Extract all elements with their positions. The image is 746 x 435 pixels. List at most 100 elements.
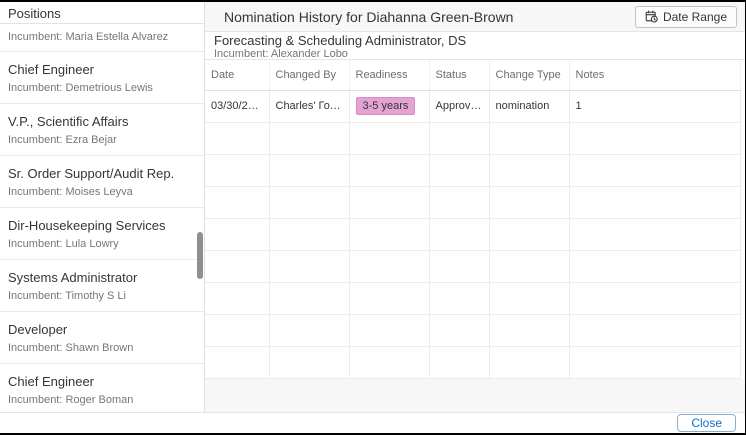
table-empty-cell [349, 122, 429, 154]
history-row: 03/30/2018 Charles' Годиш... 3-5 years A… [205, 90, 741, 122]
sidebar-item-chief-engineer[interactable]: Chief Engineer Incumbent: Demetrious Lew… [0, 52, 204, 104]
table-empty-cell [205, 154, 269, 186]
table-empty-cell [569, 122, 741, 154]
main-panel: Nomination History for Diahanna Green-Br… [205, 2, 745, 412]
sidebar-item-vp-scientific-affairs[interactable]: V.P., Scientific Affairs Incumbent: Ezra… [0, 104, 204, 156]
position-incumbent: Incumbent: Ezra Bejar [8, 133, 196, 148]
table-empty-cell [429, 250, 489, 282]
position-incumbent: Incumbent: Moises Leyva [8, 185, 196, 200]
sidebar-item-systems-administrator[interactable]: Systems Administrator Incumbent: Timothy… [0, 260, 204, 312]
selected-position-header: Forecasting & Scheduling Administrator, … [205, 32, 745, 60]
table-empty-cell [349, 154, 429, 186]
selected-position-incumbent: Incumbent: Alexander Lobo [214, 48, 737, 60]
table-empty-cell [269, 218, 349, 250]
table-empty-cell [489, 282, 569, 314]
position-title: Systems Administrator [8, 269, 196, 286]
table-empty-row [205, 346, 741, 378]
table-empty-cell [349, 186, 429, 218]
dialog-header: Nomination History for Diahanna Green-Br… [205, 2, 745, 32]
table-empty-cell [269, 122, 349, 154]
table-empty-cell [429, 282, 489, 314]
table-empty-cell [489, 250, 569, 282]
table-empty-cell [429, 314, 489, 346]
column-header-changed-by: Changed By [269, 60, 349, 90]
table-empty-cell [349, 314, 429, 346]
table-empty-cell [269, 346, 349, 378]
cell-changed-by: Charles' Годиш... [269, 90, 349, 122]
table-empty-cell [269, 250, 349, 282]
position-title: Dir-Housekeeping Services [8, 217, 196, 234]
sidebar-item-partial[interactable]: Incumbent: Maria Estella Alvarez [0, 24, 204, 52]
table-empty-cell [205, 346, 269, 378]
table-empty-cell [569, 346, 741, 378]
sidebar-item-dir-housekeeping[interactable]: Dir-Housekeeping Services Incumbent: Lul… [0, 208, 204, 260]
date-range-label: Date Range [663, 10, 727, 24]
table-empty-cell [489, 314, 569, 346]
table-empty-cell [349, 346, 429, 378]
table-empty-cell [349, 218, 429, 250]
table-empty-cell [205, 282, 269, 314]
table-empty-row [205, 186, 741, 218]
position-incumbent: Incumbent: Lula Lowry [8, 237, 196, 252]
table-filler-area [205, 379, 745, 413]
table-empty-cell [489, 122, 569, 154]
table-empty-cell [429, 122, 489, 154]
table-empty-cell [205, 218, 269, 250]
table-empty-cell [349, 250, 429, 282]
table-empty-cell [205, 314, 269, 346]
sidebar-title: Positions [0, 2, 204, 24]
table-empty-row [205, 250, 741, 282]
positions-sidebar: Positions Incumbent: Maria Estella Alvar… [0, 2, 205, 412]
selected-position-title: Forecasting & Scheduling Administrator, … [214, 33, 737, 48]
table-empty-cell [489, 218, 569, 250]
table-empty-cell [569, 282, 741, 314]
calendar-clock-icon [645, 10, 658, 23]
sidebar-item-chief-engineer-2[interactable]: Chief Engineer Incumbent: Roger Boman [0, 364, 204, 412]
cell-status: Approved [429, 90, 489, 122]
table-empty-cell [569, 218, 741, 250]
sidebar-item-developer[interactable]: Developer Incumbent: Shawn Brown [0, 312, 204, 364]
date-range-button[interactable]: Date Range [635, 6, 737, 28]
table-empty-row [205, 218, 741, 250]
position-incumbent: Incumbent: Demetrious Lewis [8, 81, 196, 96]
position-title: Sr. Order Support/Audit Rep. [8, 165, 196, 182]
table-empty-cell [489, 154, 569, 186]
sidebar-item-sr-order-support[interactable]: Sr. Order Support/Audit Rep. Incumbent: … [0, 156, 204, 208]
table-empty-cell [269, 282, 349, 314]
table-empty-cell [349, 282, 429, 314]
column-header-status: Status [429, 60, 489, 90]
dialog-title: Nomination History for Diahanna Green-Br… [224, 9, 513, 25]
position-incumbent: Incumbent: Timothy S Li [8, 289, 196, 304]
table-empty-row [205, 282, 741, 314]
position-incumbent: Incumbent: Shawn Brown [8, 341, 196, 356]
nomination-history-table: Date Changed By Readiness Status Change … [205, 60, 741, 379]
table-empty-cell [429, 154, 489, 186]
sidebar-scrollbar-thumb[interactable] [197, 232, 203, 279]
table-empty-row [205, 314, 741, 346]
cell-change-type: nomination [489, 90, 569, 122]
table-empty-cell [429, 218, 489, 250]
position-title: V.P., Scientific Affairs [8, 113, 196, 130]
table-header-row: Date Changed By Readiness Status Change … [205, 60, 741, 90]
position-title: Chief Engineer [8, 61, 196, 78]
table-empty-cell [269, 314, 349, 346]
table-empty-row [205, 122, 741, 154]
cell-date: 03/30/2018 [205, 90, 269, 122]
close-button[interactable]: Close [677, 414, 736, 432]
table-empty-cell [429, 186, 489, 218]
table-empty-cell [205, 122, 269, 154]
readiness-badge: 3-5 years [356, 97, 416, 115]
dialog-body: Positions Incumbent: Maria Estella Alvar… [0, 2, 745, 412]
column-header-date: Date [205, 60, 269, 90]
table-empty-cell [269, 186, 349, 218]
table-empty-row [205, 154, 741, 186]
position-title: Chief Engineer [8, 373, 196, 390]
table-empty-cell [569, 314, 741, 346]
table-empty-cell [489, 346, 569, 378]
table-empty-cell [205, 250, 269, 282]
table-empty-cell [569, 250, 741, 282]
table-empty-cell [489, 186, 569, 218]
table-empty-cell [205, 186, 269, 218]
column-header-change-type: Change Type [489, 60, 569, 90]
position-incumbent: Incumbent: Maria Estella Alvarez [8, 30, 196, 45]
